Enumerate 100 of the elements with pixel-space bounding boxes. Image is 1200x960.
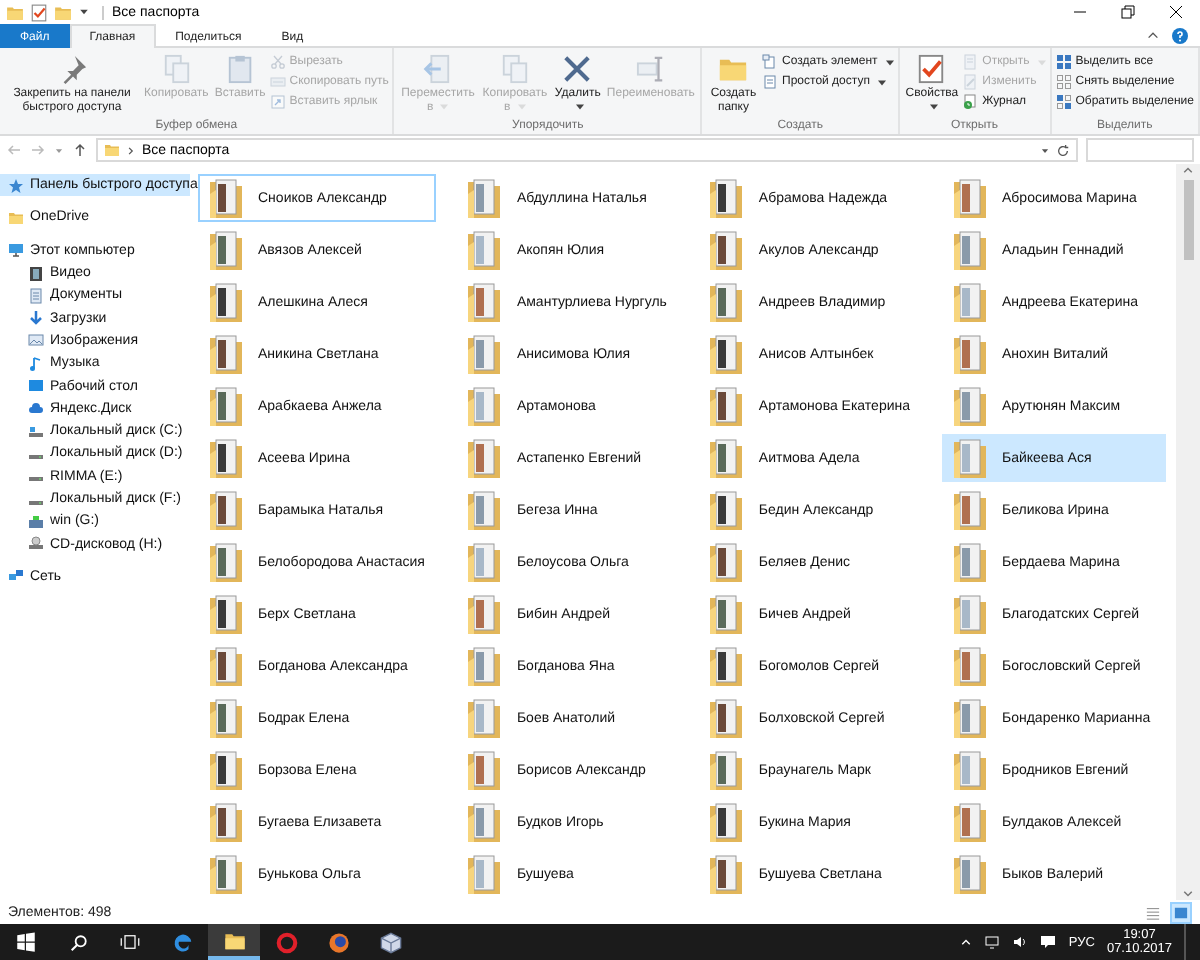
folder-icon <box>210 334 242 374</box>
close-icon[interactable] <box>1168 4 1184 20</box>
folder-icon <box>210 282 242 322</box>
folder-icon <box>954 334 986 374</box>
folder-icon <box>710 386 743 426</box>
download-arrow-icon <box>28 310 44 327</box>
folder-icon <box>710 282 743 322</box>
cube-icon <box>379 931 401 953</box>
folder-icon <box>954 542 986 582</box>
restore-icon[interactable] <box>1120 4 1136 20</box>
folder-icon <box>468 490 501 530</box>
select-none-icon <box>1055 74 1072 90</box>
folder-icon <box>954 490 986 530</box>
network-icon[interactable] <box>984 934 1001 950</box>
move-icon <box>422 54 453 84</box>
folder-icon <box>468 178 501 218</box>
search-field[interactable] <box>1086 138 1194 162</box>
clipboard-icon <box>225 54 256 84</box>
view-button[interactable] <box>1170 901 1192 923</box>
refresh-icon[interactable] <box>1056 143 1070 157</box>
chevron-up-icon[interactable] <box>960 936 973 948</box>
folder-icon <box>710 438 743 478</box>
drive-icon <box>28 423 44 440</box>
folder-icon <box>710 698 743 738</box>
folder-icon <box>210 438 242 478</box>
folder-icon <box>210 698 242 738</box>
large-icons-view-icon <box>1174 905 1188 919</box>
folder-icon <box>468 750 501 790</box>
folder-icon <box>954 594 986 634</box>
folder-icon <box>210 178 242 218</box>
folder-icon <box>954 282 986 322</box>
folder-icon <box>954 438 986 478</box>
folder-icon <box>468 854 501 894</box>
folder-icon <box>954 802 986 842</box>
delete-icon <box>562 54 593 84</box>
chevron-down-icon <box>1182 888 1194 900</box>
chevron-up-icon[interactable] <box>1146 28 1160 42</box>
monitor-icon <box>8 242 24 259</box>
chevron-up-icon <box>1182 164 1194 176</box>
folder-icon <box>468 230 501 270</box>
help-icon[interactable] <box>1172 27 1188 43</box>
scrollbar[interactable] <box>1176 164 1200 900</box>
cd-drive-icon <box>28 536 44 553</box>
document-icon <box>28 287 44 304</box>
folder-icon <box>210 646 242 686</box>
folder-icon <box>468 334 501 374</box>
edit-icon <box>962 74 979 90</box>
properties-icon <box>916 54 947 84</box>
pages-icon <box>161 54 192 84</box>
folder-icon <box>210 594 242 634</box>
search-icon <box>69 933 87 951</box>
folder-icon <box>954 854 986 894</box>
up-arrow-icon[interactable] <box>72 142 88 158</box>
details-view-icon <box>1146 905 1160 919</box>
chevron-right-icon <box>126 145 136 155</box>
folder-icon <box>468 646 501 686</box>
firefox-icon <box>327 931 349 953</box>
folder-icon <box>210 230 242 270</box>
folder-icon <box>210 386 242 426</box>
document-icon <box>962 54 979 70</box>
folder-icon <box>954 698 986 738</box>
notification-icon[interactable] <box>1040 934 1057 950</box>
folder-icon <box>6 3 24 21</box>
folder-icon <box>468 438 501 478</box>
folder-icon <box>468 594 501 634</box>
folder-icon <box>210 490 242 530</box>
pages-icon <box>499 54 530 84</box>
folder-icon <box>710 178 743 218</box>
history-icon <box>962 94 979 110</box>
folder-icon <box>710 230 743 270</box>
folder-icon <box>223 929 245 951</box>
picture-icon <box>28 332 44 349</box>
taskbar-button[interactable] <box>208 924 260 960</box>
folder-icon <box>710 750 743 790</box>
edge-icon <box>171 931 193 953</box>
task-view-icon <box>120 932 140 952</box>
folder-icon <box>710 542 743 582</box>
folder-icon <box>718 54 749 84</box>
folder-icon <box>104 142 120 158</box>
opera-icon <box>275 931 297 953</box>
folder-icon <box>954 386 986 426</box>
folder-icon <box>710 334 743 374</box>
folder-icon <box>468 282 501 322</box>
star-icon <box>8 177 24 194</box>
folder-icon <box>954 178 986 218</box>
caret-icon[interactable] <box>78 6 90 18</box>
new-item-icon <box>762 54 779 70</box>
document-icon <box>762 74 779 90</box>
properties-icon[interactable] <box>30 3 48 21</box>
folder-icon <box>954 230 986 270</box>
speaker-icon[interactable] <box>1012 934 1029 950</box>
folder-icon <box>710 490 743 530</box>
windows-logo-icon <box>16 932 36 952</box>
folder-icon <box>210 542 242 582</box>
caret-icon[interactable] <box>1040 145 1050 155</box>
rename-icon <box>635 54 666 84</box>
folder-icon <box>710 594 743 634</box>
folder-icon <box>710 646 743 686</box>
desktop-icon <box>28 378 44 395</box>
folder-icon <box>468 386 501 426</box>
